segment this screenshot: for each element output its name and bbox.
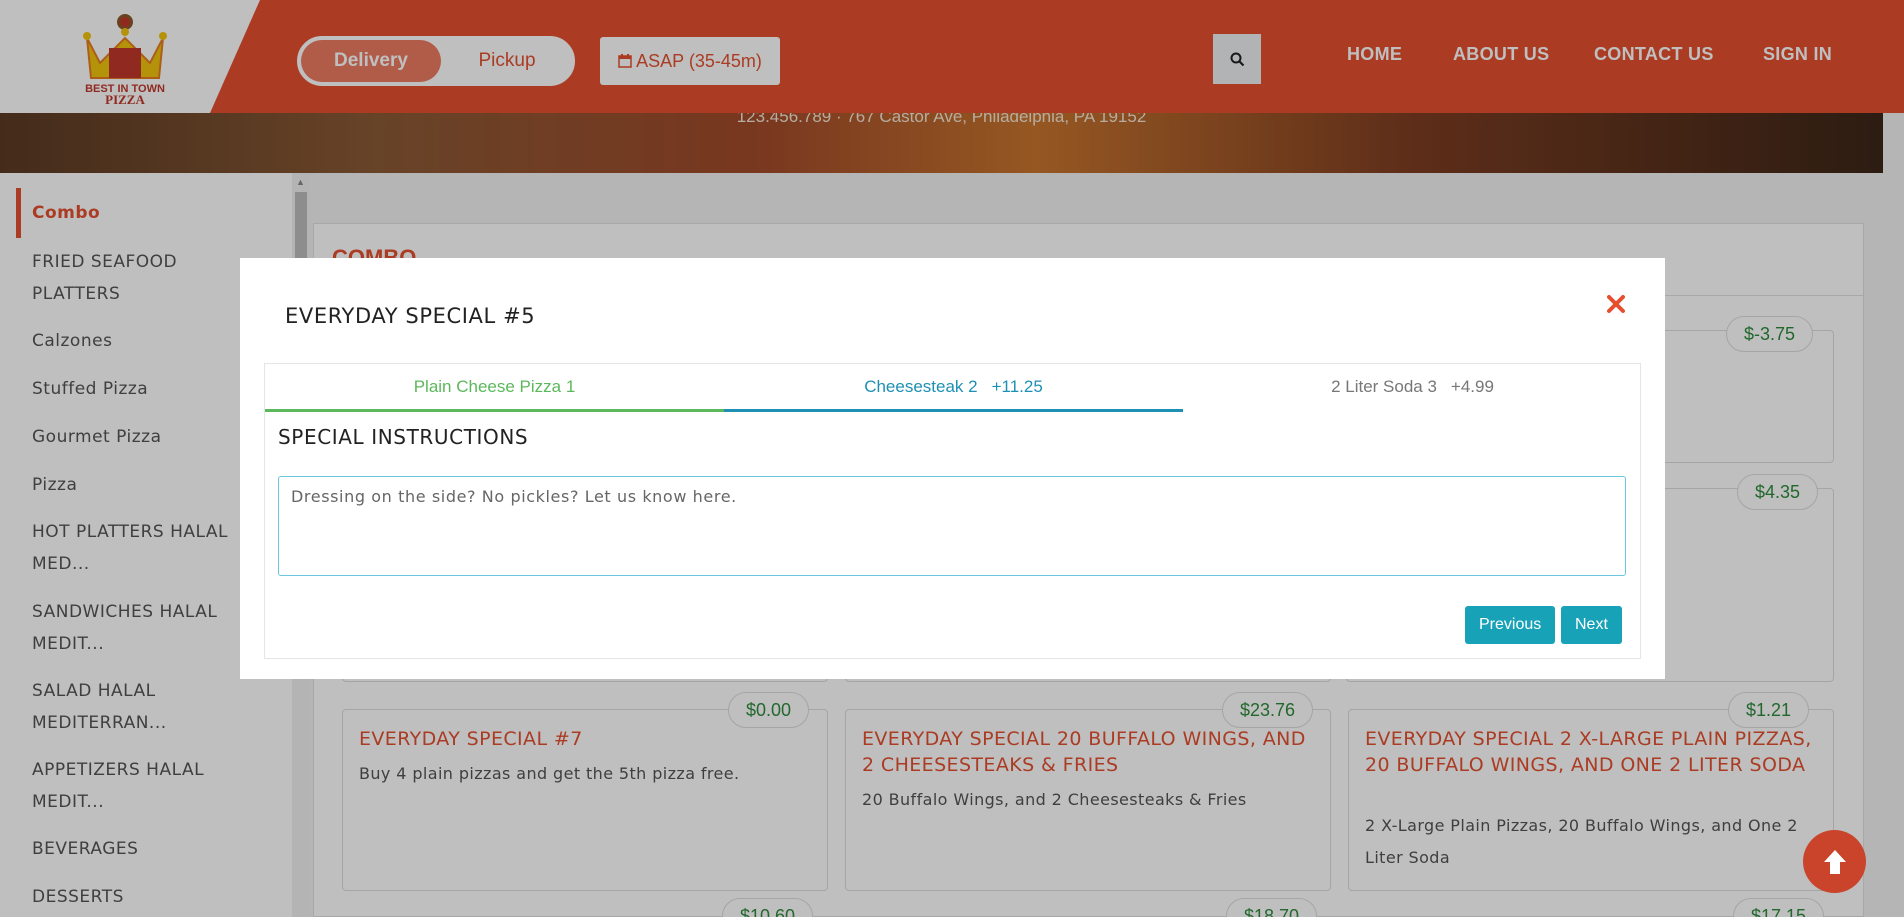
tab-label: Cheesesteak 2 — [864, 377, 978, 396]
special-instructions-input[interactable] — [278, 476, 1626, 576]
special-instructions-label: SPECIAL INSTRUCTIONS — [278, 425, 529, 449]
item-options-modal: EVERYDAY SPECIAL #5 Plain Cheese Pizza 1… — [240, 258, 1665, 679]
tab-price-extra: +4.99 — [1450, 377, 1494, 396]
tab-cheesesteak[interactable]: Cheesesteak 2 +11.25 — [724, 364, 1183, 412]
tab-label: 2 Liter Soda 3 — [1331, 377, 1437, 396]
modal-title: EVERYDAY SPECIAL #5 — [285, 304, 536, 328]
tab-plain-cheese-pizza[interactable]: Plain Cheese Pizza 1 — [265, 364, 724, 412]
tab-label: Plain Cheese Pizza 1 — [413, 377, 576, 396]
previous-button[interactable]: Previous — [1465, 606, 1556, 644]
modal-body: Plain Cheese Pizza 1 Cheesesteak 2 +11.25… — [264, 363, 1641, 659]
close-icon[interactable] — [1602, 290, 1630, 318]
next-button[interactable]: Next — [1561, 606, 1622, 644]
tab-price-extra: +11.25 — [991, 377, 1043, 396]
arrow-up-icon — [1823, 849, 1846, 874]
tab-2-liter-soda[interactable]: 2 Liter Soda 3 +4.99 — [1183, 364, 1642, 412]
scroll-to-top-button[interactable] — [1803, 830, 1866, 893]
